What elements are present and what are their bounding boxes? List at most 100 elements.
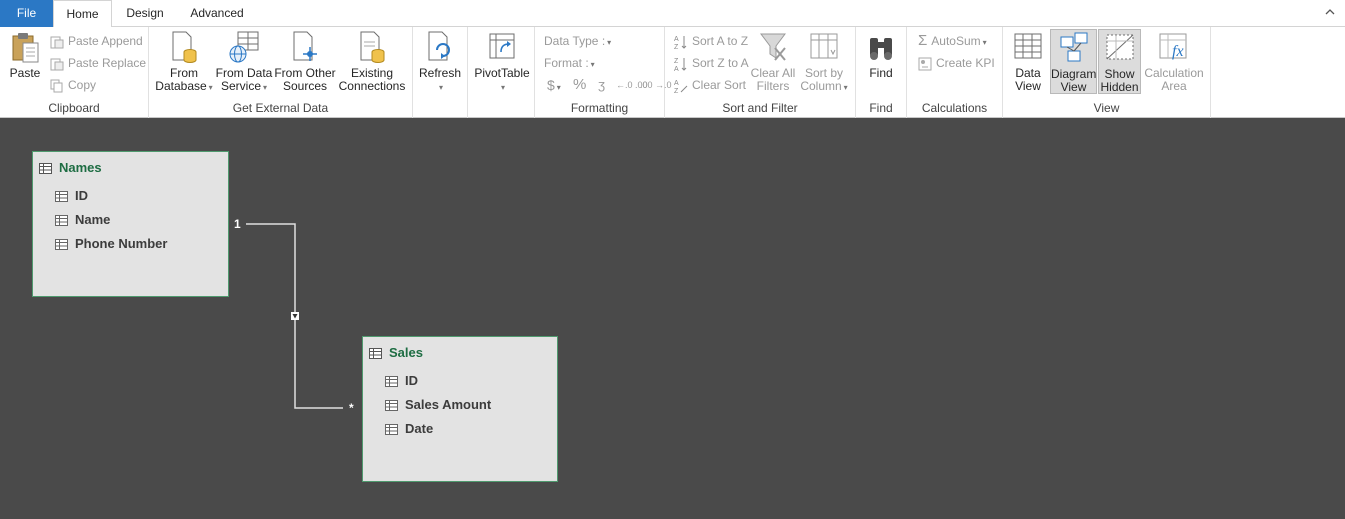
svg-text:Z: Z: [674, 88, 679, 94]
clear-sort-icon: AZ: [674, 80, 688, 95]
group-pivot: PivotTable ▾: [468, 27, 535, 118]
column-icon: [385, 376, 398, 387]
diagram-view-button[interactable]: Diagram View: [1050, 29, 1097, 94]
view-group-label: View: [1093, 101, 1120, 115]
from-data-service-button[interactable]: From Data Service ▾: [215, 30, 273, 94]
find-group-label: Find: [869, 101, 893, 115]
data-view-button[interactable]: Data View: [1009, 30, 1047, 93]
data-service-icon: [229, 31, 259, 63]
column-item[interactable]: Name: [55, 211, 110, 229]
calculation-area-button[interactable]: fx Calculation Area: [1143, 30, 1205, 93]
data-type-dropdown[interactable]: Data Type : ▾: [544, 31, 611, 51]
currency-format-button[interactable]: $ ▾: [547, 75, 561, 95]
sort-by-column-button[interactable]: Sort by Column ▾: [798, 30, 850, 94]
svg-text:A: A: [674, 66, 679, 72]
clear-sort-button[interactable]: A Z Clear Sort: [674, 75, 746, 95]
group-sort-filter: A Z Sort A to Z Z A Sort Z to A A Z Clear Sort…: [665, 27, 856, 118]
paste-append-button[interactable]: Paste Append: [50, 31, 143, 51]
clear-all-filters-button[interactable]: Clear All Filters: [749, 30, 797, 93]
svg-text:fx: fx: [1172, 43, 1184, 60]
existing-connections-icon: [360, 31, 385, 63]
group-view: Data View Diagram View Show Hidden fx Ca…: [1003, 27, 1211, 118]
svg-text:A: A: [674, 36, 679, 43]
svg-text:Z: Z: [674, 58, 679, 65]
diagram-view-icon: [1060, 32, 1087, 62]
group-calculations: Σ AutoSum ▾ Create KPI Calculations: [907, 27, 1003, 118]
other-sources-icon: [293, 31, 317, 61]
column-item[interactable]: ID: [385, 372, 418, 390]
from-other-sources-button[interactable]: From Other Sources: [274, 30, 336, 93]
group-refresh: Refresh ▾: [413, 27, 468, 118]
column-icon: [55, 191, 68, 202]
column-icon: [55, 215, 68, 226]
tab-advanced[interactable]: Advanced: [180, 0, 254, 27]
sort-filter-group-label: Sort and Filter: [722, 101, 798, 115]
table-icon: [39, 163, 52, 174]
table-names-header[interactable]: Names: [39, 160, 102, 176]
tab-file[interactable]: File: [0, 0, 53, 27]
refresh-button[interactable]: Refresh ▾: [417, 30, 463, 94]
relationship-many-label: *: [349, 401, 354, 415]
create-kpi-button[interactable]: Create KPI: [918, 53, 995, 73]
clear-filter-icon: [760, 33, 786, 61]
copy-icon: [50, 79, 63, 93]
clipboard-group-label: Clipboard: [48, 101, 100, 115]
formatting-group-label: Formatting: [570, 101, 629, 115]
kpi-icon: [918, 57, 932, 71]
show-hidden-icon: [1106, 34, 1133, 60]
calculations-group-label: Calculations: [921, 101, 988, 115]
relationship-one-label: 1: [234, 217, 241, 231]
column-item[interactable]: ID: [55, 187, 88, 205]
table-sales-header[interactable]: Sales: [369, 345, 423, 361]
database-icon: [172, 31, 197, 63]
ribbon-tab-bar: File Home Design Advanced: [0, 0, 1345, 28]
external-data-group-label: Get External Data: [232, 101, 329, 115]
diagram-canvas[interactable]: 1 * Names ID Name Phone Number Sales ID …: [0, 119, 1345, 519]
sort-ascending-icon: AZ: [674, 35, 687, 51]
group-find: Find Find: [856, 27, 907, 118]
column-icon: [55, 239, 68, 250]
existing-connections-button[interactable]: Existing Connections: [337, 30, 407, 93]
pivottable-button[interactable]: PivotTable ▾: [472, 30, 532, 94]
table-icon: [369, 348, 382, 359]
table-sales[interactable]: Sales ID Sales Amount Date: [362, 336, 558, 482]
column-item[interactable]: Sales Amount: [385, 396, 491, 414]
refresh-icon: [428, 31, 450, 61]
column-icon: [385, 424, 398, 435]
from-database-button[interactable]: From Database ▾: [154, 30, 214, 94]
paste-icon: [12, 33, 39, 63]
sort-by-column-icon: [810, 33, 838, 59]
grid-view-icon: [1014, 33, 1042, 59]
pivottable-icon: [489, 33, 515, 59]
find-button[interactable]: Find: [861, 30, 901, 80]
format-dropdown[interactable]: Format : ▾: [544, 53, 595, 73]
autosum-button[interactable]: Σ AutoSum ▾: [918, 31, 987, 51]
column-item[interactable]: Phone Number: [55, 235, 167, 253]
column-icon: [385, 400, 398, 411]
paste-replace-icon: [50, 58, 64, 71]
show-hidden-button[interactable]: Show Hidden: [1098, 29, 1141, 94]
svg-text:Z: Z: [674, 44, 679, 50]
collapse-ribbon-icon[interactable]: [1325, 7, 1335, 17]
sigma-icon: Σ: [918, 32, 928, 49]
comma-format-button[interactable]: ʒ: [598, 75, 605, 95]
tab-home[interactable]: Home: [53, 0, 112, 28]
tab-design[interactable]: Design: [116, 0, 174, 27]
group-get-external-data: From Database ▾ From Data Service ▾ From…: [149, 27, 413, 118]
paste-button[interactable]: Paste: [6, 30, 44, 80]
ribbon: Paste Paste Append Paste Replace Copy Cl…: [0, 27, 1345, 118]
paste-replace-button[interactable]: Paste Replace: [50, 53, 146, 73]
sort-descending-icon: ZA: [674, 57, 687, 73]
group-formatting: Data Type : ▾ Format : ▾ $ ▾ % ʒ ←.0 .00 .0…: [535, 27, 672, 118]
svg-text:A: A: [674, 80, 679, 87]
binoculars-icon: [870, 38, 892, 60]
copy-button[interactable]: Copy: [50, 75, 96, 95]
calculation-area-icon: fx: [1159, 33, 1187, 60]
column-item[interactable]: Date: [385, 420, 433, 438]
paste-append-icon: [50, 36, 64, 49]
sort-z-a-button[interactable]: Z A Sort Z to A: [674, 53, 749, 73]
group-clipboard: Paste Paste Append Paste Replace Copy Cl…: [0, 27, 149, 118]
table-names[interactable]: Names ID Name Phone Number: [32, 151, 229, 297]
percent-format-button[interactable]: %: [573, 75, 586, 95]
sort-a-z-button[interactable]: A Z Sort A to Z: [674, 31, 748, 51]
